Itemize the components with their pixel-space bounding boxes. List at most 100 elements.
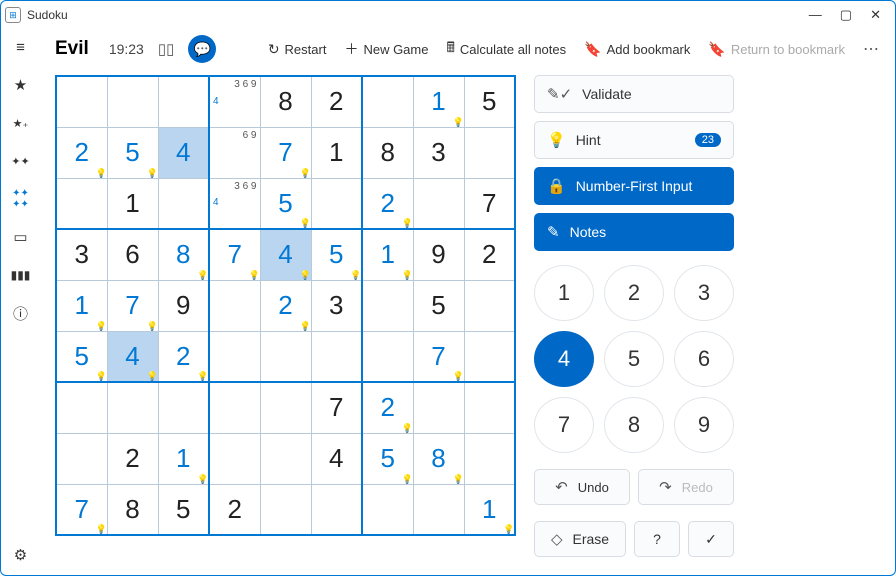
cell-7-8[interactable]	[464, 433, 515, 484]
cell-8-2[interactable]: 5	[158, 484, 209, 535]
add-bookmark-button[interactable]: 🔖Add bookmark	[584, 41, 690, 58]
cell-5-5[interactable]	[311, 331, 362, 382]
cell-0-6[interactable]	[362, 76, 413, 127]
cell-7-4[interactable]	[260, 433, 311, 484]
cell-2-7[interactable]	[413, 178, 464, 229]
cell-6-5[interactable]: 7	[311, 382, 362, 433]
cell-2-4[interactable]: 5💡	[260, 178, 311, 229]
cell-6-1[interactable]	[107, 382, 158, 433]
cell-4-7[interactable]: 5	[413, 280, 464, 331]
cell-4-8[interactable]	[464, 280, 515, 331]
cell-7-1[interactable]: 2	[107, 433, 158, 484]
num-9-button[interactable]: 9	[674, 397, 734, 453]
cell-8-8[interactable]: 1💡	[464, 484, 515, 535]
cell-1-0[interactable]: 2💡	[56, 127, 107, 178]
cell-0-1[interactable]	[107, 76, 158, 127]
cell-6-3[interactable]	[209, 382, 260, 433]
hint-button[interactable]: 💡Hint23	[534, 121, 734, 159]
stars-group-icon[interactable]: ✦✦✦✦	[11, 189, 31, 209]
cell-1-7[interactable]: 3	[413, 127, 464, 178]
cell-2-1[interactable]: 1	[107, 178, 158, 229]
calc-notes-button[interactable]: 🖩Calculate all notes	[446, 37, 566, 61]
cell-5-4[interactable]	[260, 331, 311, 382]
redo-button[interactable]: ↷Redo	[638, 469, 734, 505]
cell-8-4[interactable]	[260, 484, 311, 535]
validate-button[interactable]: ✎✓Validate	[534, 75, 734, 113]
num-2-button[interactable]: 2	[604, 265, 664, 321]
cell-7-5[interactable]: 4	[311, 433, 362, 484]
cell-4-4[interactable]: 2💡	[260, 280, 311, 331]
cell-8-3[interactable]: 2	[209, 484, 260, 535]
erase-button[interactable]: ◇Erase	[534, 521, 626, 557]
star-small-icon[interactable]: ★₊	[11, 113, 31, 133]
cell-7-7[interactable]: 8💡	[413, 433, 464, 484]
cell-3-6[interactable]: 1💡	[362, 229, 413, 280]
cell-4-1[interactable]: 7💡	[107, 280, 158, 331]
restart-button[interactable]: ↻Restart	[268, 41, 327, 58]
cell-4-2[interactable]: 9	[158, 280, 209, 331]
cell-8-1[interactable]: 8	[107, 484, 158, 535]
cell-3-2[interactable]: 8💡	[158, 229, 209, 280]
cell-1-2[interactable]: 4	[158, 127, 209, 178]
cell-8-6[interactable]	[362, 484, 413, 535]
cell-2-8[interactable]: 7	[464, 178, 515, 229]
check-button[interactable]: ✓	[688, 521, 734, 557]
cell-1-3[interactable]: 6 9	[209, 127, 260, 178]
settings-icon[interactable]: ⚙	[11, 545, 31, 565]
cell-4-3[interactable]	[209, 280, 260, 331]
menu-icon[interactable]: ≡	[11, 37, 31, 57]
cell-6-7[interactable]	[413, 382, 464, 433]
cell-5-2[interactable]: 2💡	[158, 331, 209, 382]
cell-1-4[interactable]: 7💡	[260, 127, 311, 178]
cell-0-5[interactable]: 2	[311, 76, 362, 127]
num-3-button[interactable]: 3	[674, 265, 734, 321]
cell-3-5[interactable]: 5💡	[311, 229, 362, 280]
cell-3-3[interactable]: 7💡	[209, 229, 260, 280]
num-5-button[interactable]: 5	[604, 331, 664, 387]
cell-6-0[interactable]	[56, 382, 107, 433]
question-button[interactable]: ?	[634, 521, 680, 557]
cell-5-1[interactable]: 4💡	[107, 331, 158, 382]
cell-3-1[interactable]: 6	[107, 229, 158, 280]
cell-5-7[interactable]: 7💡	[413, 331, 464, 382]
num-4-button[interactable]: 4	[534, 331, 594, 387]
close-button[interactable]: ✕	[870, 7, 881, 23]
cell-2-0[interactable]	[56, 178, 107, 229]
more-button[interactable]: ⋯	[863, 39, 881, 59]
stats-icon[interactable]: ▮▮▮	[11, 265, 31, 285]
minimize-button[interactable]: —	[809, 7, 822, 23]
cell-5-6[interactable]	[362, 331, 413, 382]
stars-icon[interactable]: ✦✦	[11, 151, 31, 171]
cell-6-2[interactable]	[158, 382, 209, 433]
cell-1-5[interactable]: 1	[311, 127, 362, 178]
cell-3-7[interactable]: 9	[413, 229, 464, 280]
notes-button[interactable]: ✎Notes	[534, 213, 734, 251]
cell-2-2[interactable]	[158, 178, 209, 229]
num-1-button[interactable]: 1	[534, 265, 594, 321]
cell-1-6[interactable]: 8	[362, 127, 413, 178]
cell-0-2[interactable]	[158, 76, 209, 127]
cell-6-4[interactable]	[260, 382, 311, 433]
cell-2-3[interactable]: 43 6 9	[209, 178, 260, 229]
calendar-icon[interactable]: ▭	[11, 227, 31, 247]
cell-2-5[interactable]	[311, 178, 362, 229]
cell-0-4[interactable]: 8	[260, 76, 311, 127]
maximize-button[interactable]: ▢	[840, 7, 852, 23]
cell-7-6[interactable]: 5💡	[362, 433, 413, 484]
help-icon[interactable]: ⓘ	[11, 303, 31, 323]
number-first-button[interactable]: 🔒Number-First Input	[534, 167, 734, 205]
pause-button[interactable]: ▯▯	[158, 40, 175, 58]
cell-7-2[interactable]: 1💡	[158, 433, 209, 484]
cell-7-0[interactable]	[56, 433, 107, 484]
cell-3-4[interactable]: 4💡	[260, 229, 311, 280]
cell-6-6[interactable]: 2💡	[362, 382, 413, 433]
cell-1-8[interactable]	[464, 127, 515, 178]
cell-1-1[interactable]: 5💡	[107, 127, 158, 178]
star-icon[interactable]: ★	[11, 75, 31, 95]
cell-0-7[interactable]: 1💡	[413, 76, 464, 127]
cell-8-0[interactable]: 7💡	[56, 484, 107, 535]
cell-3-0[interactable]: 3	[56, 229, 107, 280]
num-8-button[interactable]: 8	[604, 397, 664, 453]
cell-4-0[interactable]: 1💡	[56, 280, 107, 331]
new-game-button[interactable]: ＋New Game	[344, 39, 428, 59]
